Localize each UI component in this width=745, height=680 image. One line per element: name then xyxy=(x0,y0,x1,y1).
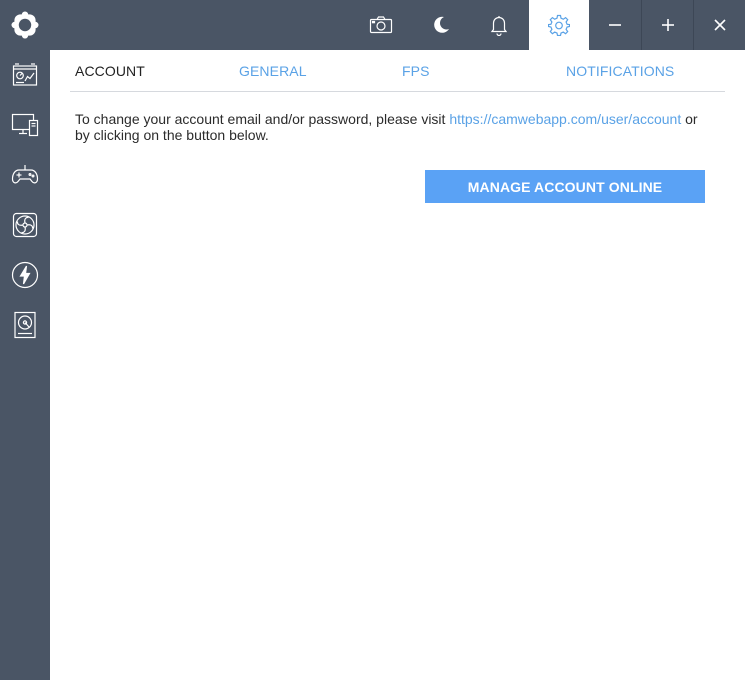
screenshot-button[interactable] xyxy=(356,0,406,50)
sidebar-item-gaming[interactable] xyxy=(0,150,50,200)
maximize-button[interactable] xyxy=(642,0,693,50)
sidebar-item-power[interactable] xyxy=(0,250,50,300)
minimize-button[interactable] xyxy=(589,0,641,50)
notifications-button[interactable] xyxy=(474,0,524,50)
fan-icon xyxy=(12,212,38,238)
gear-icon xyxy=(548,14,570,36)
title-bar xyxy=(0,0,745,50)
moon-icon xyxy=(434,16,449,33)
manage-account-online-button[interactable]: MANAGE ACCOUNT ONLINE xyxy=(425,170,705,203)
dark-mode-button[interactable] xyxy=(416,0,466,50)
sidebar-item-storage[interactable] xyxy=(0,300,50,350)
sidebar-item-dashboard[interactable] xyxy=(0,50,50,100)
camera-icon xyxy=(369,16,393,34)
settings-panel: ACCOUNT GENERAL FPS NOTIFICATIONS To cha… xyxy=(50,50,745,680)
bell-icon xyxy=(490,16,508,36)
account-info-prefix: To change your account email and/or pass… xyxy=(75,111,450,127)
gamepad-icon xyxy=(11,165,39,184)
tab-fps[interactable]: FPS xyxy=(402,63,430,79)
sidebar xyxy=(0,50,50,680)
app-logo-icon xyxy=(11,11,39,39)
monitor-icon xyxy=(11,113,39,137)
account-link[interactable]: https://camwebapp.com/user/account xyxy=(449,111,681,127)
plus-icon xyxy=(661,19,674,31)
settings-tabs: ACCOUNT GENERAL FPS NOTIFICATIONS xyxy=(70,50,725,92)
tab-account[interactable]: ACCOUNT xyxy=(75,63,145,79)
close-icon xyxy=(713,19,726,31)
settings-button[interactable] xyxy=(529,0,589,50)
dashboard-icon xyxy=(12,63,38,86)
close-button[interactable] xyxy=(694,0,745,50)
lightning-icon xyxy=(11,261,39,289)
sidebar-item-cooling[interactable] xyxy=(0,200,50,250)
minus-icon xyxy=(609,24,621,26)
storage-drive-icon xyxy=(14,311,36,339)
sidebar-item-monitor[interactable] xyxy=(0,100,50,150)
tab-general[interactable]: GENERAL xyxy=(239,63,307,79)
app-logo xyxy=(0,0,50,50)
account-info-text: To change your account email and/or pass… xyxy=(75,111,715,143)
tab-notifications[interactable]: NOTIFICATIONS xyxy=(566,63,674,79)
